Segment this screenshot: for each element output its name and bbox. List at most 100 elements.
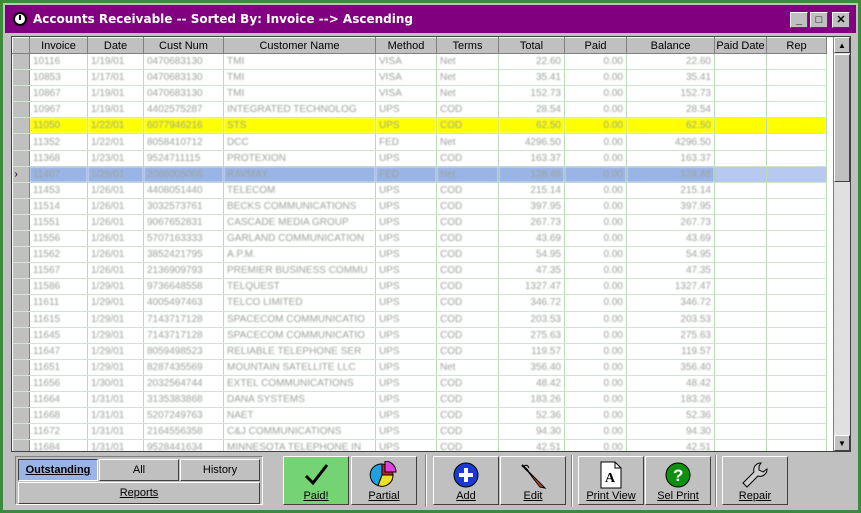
cell-terms[interactable]: COD [436, 343, 499, 360]
table-row[interactable]: 11664 1/31/01 3135383868 DANA SYSTEMS UPS COD… [12, 391, 827, 409]
cell-date[interactable]: 1/26/01 [87, 198, 144, 215]
cell-terms[interactable]: Net [436, 133, 499, 151]
cell-customer-name[interactable]: TMI [223, 53, 376, 71]
cell-paid[interactable]: 0.00 [564, 166, 627, 183]
cell-terms[interactable]: COD [436, 278, 499, 296]
column-header-rep[interactable]: Rep [766, 37, 827, 54]
cell-paid[interactable]: 0.00 [564, 182, 627, 199]
cell-method[interactable]: UPS [375, 311, 437, 328]
cell-cust-num[interactable]: 0470683130 [143, 85, 224, 103]
cell-date[interactable]: 1/17/01 [87, 69, 144, 87]
row-selector[interactable] [12, 133, 30, 151]
cell-total[interactable]: 62.50 [498, 117, 565, 135]
cell-paid[interactable]: 0.00 [564, 69, 627, 87]
cell-total[interactable]: 183.26 [498, 391, 565, 409]
cell-paid-date[interactable] [714, 150, 767, 167]
table-row[interactable]: 11556 1/26/01 5707163333 GARLAND COMMUNICAT… [12, 230, 827, 248]
cell-paid-date[interactable] [714, 423, 767, 441]
cell-method[interactable]: UPS [375, 359, 437, 376]
cell-date[interactable]: 1/26/01 [87, 214, 144, 232]
cell-date[interactable]: 1/22/01 [87, 133, 144, 151]
cell-paid-date[interactable] [714, 85, 767, 103]
cell-date[interactable]: 1/29/01 [87, 327, 144, 344]
cell-cust-num[interactable]: 3852421795 [143, 246, 224, 264]
cell-total[interactable]: 267.73 [498, 214, 565, 232]
cell-cust-num[interactable]: 9524711115 [143, 150, 224, 167]
cell-terms[interactable]: COD [436, 294, 499, 312]
cell-terms[interactable]: Net [436, 53, 499, 71]
cell-rep[interactable] [766, 294, 827, 312]
cell-invoice[interactable]: 11672 [29, 423, 88, 441]
row-selector[interactable] [12, 423, 30, 441]
cell-method[interactable]: UPS [375, 262, 437, 280]
cell-balance[interactable]: 22.60 [626, 53, 715, 71]
cell-invoice[interactable]: 11586 [29, 278, 88, 296]
cell-total[interactable]: 22.60 [498, 53, 565, 71]
table-row[interactable]: 11586 1/29/01 9736648558 TELQUEST UPS COD 1327… [12, 278, 827, 296]
cell-total[interactable]: 397.95 [498, 198, 565, 215]
cell-customer-name[interactable]: C&J COMMUNICATIONS [223, 423, 376, 441]
cell-invoice[interactable]: 10967 [29, 101, 88, 119]
cell-customer-name[interactable]: DCC [223, 133, 376, 151]
table-row[interactable]: 11562 1/26/01 3852421795 A.P.M. UPS COD 54.95 0… [12, 246, 827, 264]
table-row[interactable]: 10867 1/19/01 0470683130 TMI VISA Net 152.73 0.… [12, 85, 827, 103]
cell-paid[interactable]: 0.00 [564, 230, 627, 248]
cell-paid[interactable]: 0.00 [564, 439, 627, 451]
cell-invoice[interactable]: 10853 [29, 69, 88, 87]
cell-total[interactable]: 119.57 [498, 343, 565, 360]
cell-paid-date[interactable] [714, 375, 767, 392]
table-row[interactable]: 11551 1/26/01 9067652831 CASCADE MEDIA GROU… [12, 214, 827, 232]
cell-rep[interactable] [766, 53, 827, 71]
cell-paid-date[interactable] [714, 294, 767, 312]
add-button[interactable]: Add [433, 456, 499, 505]
column-header-paid-date[interactable]: Paid Date [714, 37, 767, 54]
cell-balance[interactable]: 356.40 [626, 359, 715, 376]
cell-rep[interactable] [766, 407, 827, 425]
cell-cust-num[interactable]: 2136909793 [143, 262, 224, 280]
cell-paid-date[interactable] [714, 69, 767, 87]
row-selector[interactable] [12, 85, 30, 103]
cell-balance[interactable]: 183.26 [626, 391, 715, 409]
cell-total[interactable]: 52.36 [498, 407, 565, 425]
cell-cust-num[interactable]: 4402575287 [143, 101, 224, 119]
cell-terms[interactable]: COD [436, 230, 499, 248]
cell-total[interactable]: 42.51 [498, 439, 565, 451]
cell-total[interactable]: 163.37 [498, 150, 565, 167]
cell-terms[interactable]: Net [436, 166, 499, 183]
table-row[interactable]: 10967 1/19/01 4402575287 INTEGRATED TECHNOL… [12, 101, 827, 119]
cell-paid[interactable]: 0.00 [564, 359, 627, 376]
cell-balance[interactable]: 215.14 [626, 182, 715, 199]
cell-invoice[interactable]: 11556 [29, 230, 88, 248]
cell-paid-date[interactable] [714, 246, 767, 264]
cell-date[interactable]: 1/26/01 [87, 230, 144, 248]
table-row[interactable]: 11651 1/29/01 8287435569 MOUNTAIN SATELLITE… [12, 359, 827, 376]
cell-balance[interactable]: 1327.47 [626, 278, 715, 296]
cell-date[interactable]: 1/29/01 [87, 294, 144, 312]
cell-cust-num[interactable]: 0470683130 [143, 69, 224, 87]
row-selector[interactable] [12, 214, 30, 232]
cell-paid-date[interactable] [714, 327, 767, 344]
cell-method[interactable]: UPS [375, 230, 437, 248]
table-row[interactable]: 11611 1/29/01 4005497463 TELCO LIMITED UPS CO… [12, 294, 827, 312]
cell-method[interactable]: FED [375, 166, 437, 183]
cell-cust-num[interactable]: 5207249763 [143, 407, 224, 425]
row-selector[interactable] [12, 343, 30, 360]
cell-total[interactable]: 215.14 [498, 182, 565, 199]
cell-method[interactable]: UPS [375, 182, 437, 199]
cell-rep[interactable] [766, 359, 827, 376]
cell-cust-num[interactable]: 7143717128 [143, 311, 224, 328]
cell-method[interactable]: VISA [375, 69, 437, 87]
cell-paid[interactable]: 0.00 [564, 375, 627, 392]
cell-method[interactable]: VISA [375, 53, 437, 71]
table-row[interactable]: 11684 1/31/01 9528441634 MINNESOTA TELEPHON… [12, 439, 827, 451]
cell-customer-name[interactable]: STS [223, 117, 376, 135]
cell-rep[interactable] [766, 278, 827, 296]
cell-customer-name[interactable]: MOUNTAIN SATELLITE LLC [223, 359, 376, 376]
row-selector[interactable] [12, 246, 30, 264]
cell-terms[interactable]: COD [436, 182, 499, 199]
cell-balance[interactable]: 42.51 [626, 439, 715, 451]
column-header-method[interactable]: Method [375, 37, 437, 54]
cell-terms[interactable]: COD [436, 375, 499, 392]
scroll-thumb[interactable] [834, 54, 850, 182]
cell-rep[interactable] [766, 423, 827, 441]
